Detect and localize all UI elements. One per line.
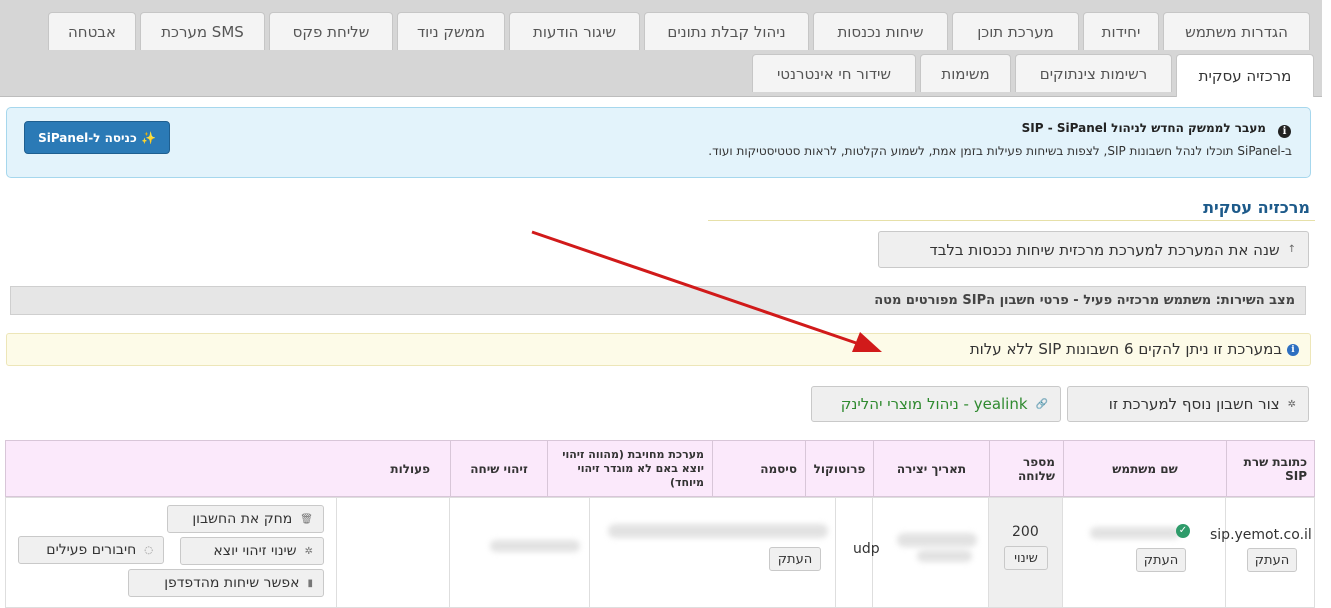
active-connections-button[interactable]: חיבורים פעילים ◌ [18, 536, 164, 564]
copy-server-button[interactable]: העתק [1247, 548, 1297, 572]
notice-text: במערכת זו ניתן להקים 6 חשבונות SIP ללא ע… [969, 340, 1282, 358]
active-connections-label: חיבורים פעילים [46, 542, 137, 558]
sip-server: sip.yemot.co.il [1210, 527, 1312, 543]
col-actions: פעולות [390, 461, 430, 476]
username-redacted [1090, 527, 1180, 539]
tab-live-broadcast[interactable]: שידור חי אינטרנטי [752, 54, 916, 92]
info-icon: i [1278, 125, 1291, 138]
switch-button-label: שנה את המערכת למערכת מרכזית שיחות נכנסות… [929, 240, 1280, 259]
divider [449, 497, 450, 608]
tab-units[interactable]: יחידות [1083, 12, 1159, 50]
free-accounts-notice: i במערכת זו ניתן להקים 6 חשבונות SIP ללא… [6, 333, 1311, 366]
browser-calls-label: אפשר שיחות מהדפדפן [164, 575, 300, 591]
table-header: כתובת שרת SIP שם משתמש מספר שלוחה תאריך … [5, 440, 1315, 497]
change-extension-button[interactable]: שינוי [1004, 546, 1048, 570]
col-username: שם משתמש [1063, 441, 1226, 496]
created-date-redacted [897, 533, 977, 547]
delete-account-button[interactable]: מחק את החשבון 🗑 [167, 505, 324, 533]
tab-security[interactable]: אבטחה [48, 12, 136, 50]
extension-number: 200 [1012, 524, 1039, 540]
create-account-button[interactable]: צור חשבון נוסף למערכת זו ✲ [1067, 386, 1309, 422]
divider [835, 497, 836, 608]
delete-account-label: מחק את החשבון [192, 511, 293, 527]
caller-id-redacted [490, 540, 580, 552]
col-billed-system: מערכת מחויבת (מהווה זיהוי יוצא באם לא מו… [547, 441, 712, 496]
sipanel-enter-button[interactable]: ✨ כניסה ל-SiPanel [24, 121, 170, 154]
section-title: מרכזיה עסקית [1203, 198, 1310, 217]
col-protocol: פרוטוקול [805, 441, 873, 496]
protocol-value: udp [853, 541, 880, 557]
tab-user-settings[interactable]: הגדרות משתמש [1163, 12, 1310, 50]
browser-calls-button[interactable]: אפשר שיחות מהדפדפן ▮ [128, 569, 324, 597]
copy-username-button[interactable]: העתק [1136, 548, 1186, 572]
change-callerid-label: שינוי זיהוי יוצא [213, 543, 297, 559]
tab-content-system[interactable]: מערכת תוכן [952, 12, 1079, 50]
arrow-up-icon: ↑ [1287, 244, 1296, 255]
tab-ringing-lists[interactable]: רשימות צינתוקים [1015, 54, 1172, 92]
tab-tasks[interactable]: משימות [920, 54, 1011, 92]
check-icon: ✓ [1176, 524, 1190, 538]
info-icon: i [1287, 344, 1299, 356]
divider [589, 497, 590, 608]
sipanel-banner: i מעבר לממשק החדש לניהול SIP - SiPanel ב… [6, 107, 1311, 178]
tab-sms-system[interactable]: מערכת SMS [140, 12, 265, 50]
col-password: סיסמה [712, 441, 805, 496]
create-account-label: צור חשבון נוסף למערכת זו [1108, 395, 1280, 413]
banner-text: ב-SiPanel תוכלו לנהל חשבונות SIP, לצפות … [708, 144, 1292, 158]
bar-chart-icon: ▮ [307, 577, 313, 589]
col-extension: מספר שלוחה [989, 441, 1063, 496]
tab-porting-interface[interactable]: ממשק ניוד [397, 12, 505, 50]
col-created: תאריך יצירה [873, 441, 989, 496]
trash-icon: 🗑 [300, 513, 313, 525]
banner-title: מעבר לממשק החדש לניהול SIP - SiPanel [1021, 121, 1266, 135]
password-redacted [608, 524, 828, 538]
gear-icon: ✲ [1287, 398, 1296, 410]
lightbulb-icon: ◌ [144, 544, 153, 556]
tab-bar: הגדרות משתמש יחידות מערכת תוכן שיחות נכנ… [0, 0, 1322, 97]
created-time-redacted [917, 550, 972, 562]
tab-data-receiving[interactable]: ניהול קבלת נתונים [644, 12, 809, 50]
section-divider [708, 220, 1315, 221]
divider [1062, 497, 1063, 608]
divider [1225, 497, 1226, 608]
tab-message-dispatch[interactable]: שיגור הודעות [509, 12, 640, 50]
tab-business-pbx[interactable]: מרכזיה עסקית [1176, 54, 1314, 97]
copy-password-button[interactable]: העתק [769, 547, 821, 571]
tab-fax-sending[interactable]: שליחת פקס [269, 12, 393, 50]
service-status: מצב השירות: משתמש מרכזיה פעיל - פרטי חשב… [10, 286, 1306, 315]
divider [336, 497, 337, 608]
col-caller-id: זיהוי שיחה [450, 441, 547, 496]
yealink-button[interactable]: ניהול מוצרי יהלינק - yealink 🔗 [811, 386, 1061, 422]
switch-system-button[interactable]: שנה את המערכת למערכת מרכזית שיחות נכנסות… [878, 231, 1309, 268]
gear-icon: ✲ [304, 545, 313, 557]
link-icon: 🔗 [1035, 398, 1048, 410]
change-callerid-button[interactable]: שינוי זיהוי יוצא ✲ [180, 537, 324, 565]
col-server: כתובת שרת SIP [1226, 441, 1315, 496]
tab-incoming-calls[interactable]: שיחות נכנסות [813, 12, 948, 50]
yealink-label: ניהול מוצרי יהלינק - yealink [840, 395, 1028, 413]
